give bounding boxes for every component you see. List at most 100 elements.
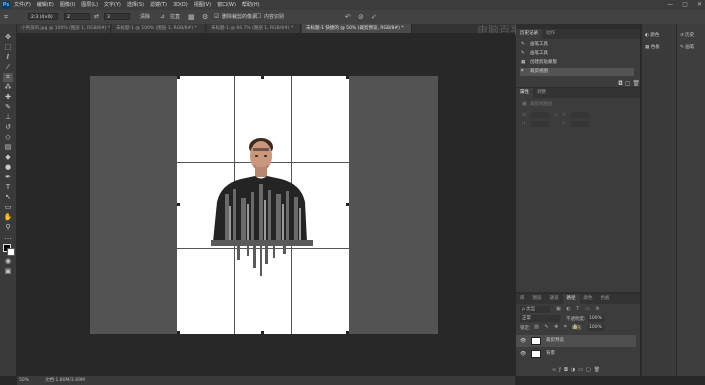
tab-paths[interactable]: 路径 [562,294,580,304]
layer-kind-filter[interactable]: ρ 类型 [520,306,550,313]
document-tab[interactable]: 小男孩的.jpg @ 100% (图层 1, RGB/8#) * [17,24,111,33]
crop-handle[interactable] [346,76,349,79]
new-doc-icon[interactable]: ▢ [625,80,631,87]
history-item[interactable]: ▦ 创建剪贴蒙版 [520,59,634,67]
eraser-tool-icon[interactable]: ◇ [3,133,13,142]
ratio-select[interactable]: 2:3 (4×6) [28,13,58,20]
minimize-button[interactable]: — [667,0,673,10]
quick-mask-icon[interactable]: ◉ [3,257,13,266]
crop-tool-icon[interactable]: ⌗ [3,73,13,82]
menu-layer[interactable]: 图层(L) [81,0,98,10]
menu-edit[interactable]: 编辑(E) [37,0,54,10]
lasso-tool-icon[interactable]: ℓ [3,53,13,62]
dodge-tool-icon[interactable]: ● [3,163,13,172]
hand-tool-icon[interactable]: ✋ [3,213,13,222]
link-icon[interactable]: ∞ [554,112,558,118]
properties-x-field[interactable] [570,112,590,118]
stamp-tool-icon[interactable]: ⊥ [3,113,13,122]
move-tool-icon[interactable]: ✥ [3,33,13,42]
visibility-eye-icon[interactable]: 👁 [520,348,526,360]
menu-image[interactable]: 图像(I) [60,0,75,10]
tab-actions[interactable]: 动作 [542,29,559,39]
straighten-button[interactable]: 拉直 [170,10,180,24]
trash-icon[interactable]: 🗑 [632,80,640,87]
width-input[interactable]: 2 [64,13,90,20]
history-item[interactable]: ✎ 画笔工具 [520,41,634,49]
layer-row[interactable]: 👁 背景 [516,348,636,360]
crop-handle[interactable] [346,331,349,334]
pen-tool-icon[interactable]: ✒ [3,173,13,182]
menu-help[interactable]: 帮助(H) [242,0,260,10]
properties-height-field[interactable] [530,121,550,127]
height-input[interactable]: 3 [104,13,130,20]
menu-filter[interactable]: 滤镜(T) [150,0,167,10]
background-color-swatch[interactable] [7,248,15,256]
mask-icon[interactable]: ◘ [564,367,571,373]
history-item-selected[interactable]: ⌗ 裁剪视图 [520,68,634,76]
panel-button-swatches[interactable]: ▦ 色板 [645,44,660,50]
overlay-grid-icon[interactable]: ▦ [188,10,195,24]
menu-select[interactable]: 选择(S) [127,0,144,10]
settings-gear-icon[interactable]: ⚙ [202,10,208,24]
layer-filter-icons[interactable]: ▣ ◐ T ▭ ⚙ [556,306,602,312]
layer-row-selected[interactable]: 👁 裁剪预览 [516,335,636,347]
gradient-tool-icon[interactable]: ▤ [3,143,13,152]
visibility-eye-icon[interactable]: 👁 [520,335,526,347]
properties-width-field[interactable] [530,112,550,118]
menu-file[interactable]: 文件(F) [14,0,31,10]
panel-button-color[interactable]: ◐ 颜色 [645,32,659,38]
crop-handle[interactable] [177,331,180,334]
opacity-input[interactable]: 100% [588,315,604,322]
shape-tool-icon[interactable]: ▭ [3,203,13,212]
delete-layer-icon[interactable]: 🗑 [594,367,603,373]
menu-3d[interactable]: 3D(D) [173,0,188,10]
tab-layers[interactable]: 图层 [529,294,546,304]
crop-handle[interactable] [177,76,180,79]
document-tab[interactable]: 未标题-1 @ 66.7% (图层 1, RGB/8#) * [207,24,301,33]
crop-handle[interactable] [346,203,349,206]
maximize-button[interactable]: ▢ [682,0,688,10]
document-tab[interactable]: 未标题-1 @ 100% (图层 1, RGB/8#) * [112,24,206,33]
group-icon[interactable]: ▭ [578,367,586,373]
tab-properties[interactable]: 属性 [516,88,533,98]
panel-button-brushes[interactable]: ✎ 画笔 [680,44,694,50]
zoom-tool-icon[interactable]: ⚲ [3,223,13,232]
new-layer-icon[interactable]: ▢ [586,367,594,373]
history-item[interactable]: ✎ 画笔工具 [520,50,634,58]
clear-button[interactable]: 清除 [140,10,150,24]
brush-tool-icon[interactable]: ✎ [3,103,13,112]
healing-tool-icon[interactable]: ✚ [3,93,13,102]
reset-icon[interactable]: ↶ [345,10,351,24]
panel-button-history[interactable]: ↺ 历史 [680,32,694,38]
blur-tool-icon[interactable]: ◆ [3,153,13,162]
properties-y-field[interactable] [570,121,590,127]
tab-swatches[interactable]: 色板 [597,294,614,304]
delete-cropped-checkbox[interactable]: ☑ [214,10,219,24]
blend-mode-select[interactable]: 正常 [520,315,560,322]
swap-icon[interactable]: ⇄ [94,10,99,24]
screen-mode-icon[interactable]: ▣ [3,267,13,276]
menu-type[interactable]: 文字(Y) [104,0,121,10]
crop-handle[interactable] [261,331,264,334]
tab-color[interactable]: 颜色 [580,294,597,304]
document-canvas[interactable] [177,76,349,334]
close-button[interactable]: ✕ [697,0,702,10]
commit-icon[interactable]: ✓ [371,10,377,24]
snapshot-icon[interactable]: ◘ [618,80,623,87]
path-select-tool-icon[interactable]: ↖ [3,193,13,202]
marquee-tool-icon[interactable]: ⬚ [3,43,13,52]
content-aware-checkbox[interactable]: ☐ [256,10,261,24]
history-brush-tool-icon[interactable]: ↺ [3,123,13,132]
menu-window[interactable]: 窗口(W) [217,0,236,10]
crop-handle[interactable] [261,76,264,79]
tab-history[interactable]: 历史记录 [516,29,542,39]
fill-input[interactable]: 100% [588,324,604,331]
cancel-icon[interactable]: ⊘ [358,10,364,24]
crop-tool-preset-icon[interactable]: ⌗ [4,10,8,24]
document-info[interactable]: 文档:1.80M/3.69M [45,376,85,385]
more-tools-icon[interactable]: … [3,233,13,242]
tab-adjustments[interactable]: 调整 [533,88,550,98]
crop-handle[interactable] [177,203,180,206]
menu-view[interactable]: 视图(V) [194,0,211,10]
eyedropper-tool-icon[interactable]: ⁂ [3,83,13,92]
